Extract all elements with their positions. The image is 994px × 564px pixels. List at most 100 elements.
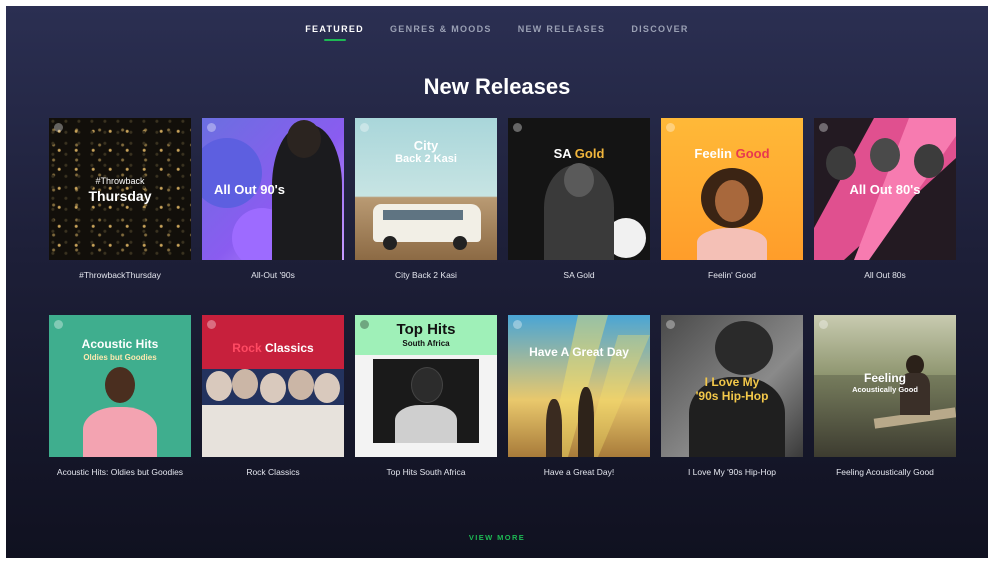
van-wheel <box>453 236 467 250</box>
cover-text: Acoustically Good <box>852 385 918 394</box>
playlist-cover[interactable]: Feelin Good <box>661 118 803 260</box>
playlist-grid: #Throwback Thursday #ThrowbackThursday A… <box>49 118 958 492</box>
playlist-title[interactable]: Rock Classics <box>202 466 344 492</box>
spotify-logo-icon <box>54 123 63 132</box>
active-tab-indicator <box>323 39 346 41</box>
playlist-cover[interactable]: I Love My '90s Hip-Hop <box>661 315 803 457</box>
playlist-card-90s-hip-hop[interactable]: I Love My '90s Hip-Hop I Love My '90s Hi… <box>661 315 803 492</box>
playlist-card-city-back-2-kasi[interactable]: City Back 2 Kasi City Back 2 Kasi <box>355 118 497 295</box>
playlist-title[interactable]: City Back 2 Kasi <box>355 269 497 295</box>
cover-text: Have A Great Day <box>529 345 629 359</box>
playlist-title[interactable]: All Out 80s <box>814 269 956 295</box>
cover-text: Top Hits <box>396 321 456 338</box>
cover-text: SA Gold <box>508 146 650 161</box>
playlist-title[interactable]: #ThrowbackThursday <box>49 269 191 295</box>
playlist-card-feeling-acoustically-good[interactable]: Feeling Acoustically Good Feeling Acoust… <box>814 315 956 492</box>
spotify-logo-icon <box>513 123 522 132</box>
spotify-logo-icon <box>819 320 828 329</box>
playlist-card-all-out-90s[interactable]: All Out 90's All-Out '90s <box>202 118 344 295</box>
spotify-logo-icon <box>666 123 675 132</box>
person-silhouette <box>546 399 562 457</box>
playlist-card-sa-gold[interactable]: SA Gold SA Gold <box>508 118 650 295</box>
playlist-title[interactable]: Acoustic Hits: Oldies but Goodies <box>49 466 191 492</box>
artist-head <box>715 180 749 222</box>
playlist-title[interactable]: Feeling Acoustically Good <box>814 466 956 492</box>
playlist-cover[interactable]: City Back 2 Kasi <box>355 118 497 260</box>
artist-head <box>206 371 232 401</box>
cover-text: Oldies but Goodies <box>83 353 157 362</box>
playlist-card-rock-classics[interactable]: Rock Classics Rock Classics <box>202 315 344 492</box>
spotify-logo-icon <box>207 123 216 132</box>
playlist-cover[interactable]: Feeling Acoustically Good <box>814 315 956 457</box>
person-silhouette <box>578 387 594 457</box>
view-more-link[interactable]: VIEW MORE <box>6 533 988 542</box>
spotify-logo-icon <box>207 320 216 329</box>
page-title: New Releases <box>423 74 571 99</box>
tab-featured-label: FEATURED <box>305 24 364 34</box>
cover-text-rock: Rock <box>232 341 262 355</box>
playlist-cover[interactable]: Acoustic Hits Oldies but Goodies <box>49 315 191 457</box>
playlist-cover[interactable]: Top Hits South Africa <box>355 315 497 457</box>
cover-text: '90s Hip-Hop <box>695 389 769 403</box>
tab-discover[interactable]: DISCOVER <box>631 24 688 38</box>
playlist-card-acoustic-hits[interactable]: Acoustic Hits Oldies but Goodies Acousti… <box>49 315 191 492</box>
artist-head <box>314 373 340 403</box>
tab-featured[interactable]: FEATURED <box>305 24 364 41</box>
artist-head <box>411 367 443 403</box>
playlist-cover[interactable]: All Out 90's <box>202 118 344 260</box>
cover-text: Rock Classics <box>202 341 344 355</box>
cover-text: All Out 90's <box>214 182 285 197</box>
playlist-card-all-out-80s[interactable]: All Out 80's All Out 80s <box>814 118 956 295</box>
artist-head <box>870 138 900 172</box>
decorative-shape <box>202 138 262 208</box>
playlist-cover[interactable]: Have A Great Day <box>508 315 650 457</box>
playlist-card-top-hits-south-africa[interactable]: Top Hits South Africa Top Hits South Afr… <box>355 315 497 492</box>
artist-head <box>232 369 258 399</box>
playlist-cover[interactable]: Rock Classics <box>202 315 344 457</box>
cover-text: Acoustic Hits <box>81 337 159 351</box>
tab-genres-moods[interactable]: GENRES & MOODS <box>390 24 492 38</box>
cover-text: Back 2 Kasi <box>395 153 457 165</box>
artist-head <box>288 370 314 400</box>
artist-head <box>260 373 286 403</box>
tab-new-releases-label: NEW RELEASES <box>517 24 606 34</box>
cover-text-feelin: Feelin <box>694 146 732 161</box>
van-wheel <box>383 236 397 250</box>
playlist-title[interactable]: I Love My '90s Hip-Hop <box>661 466 803 492</box>
artist-head <box>105 367 135 403</box>
tab-genres-moods-label: GENRES & MOODS <box>389 24 492 34</box>
spotify-logo-icon <box>54 320 63 329</box>
spotify-logo-icon <box>666 320 675 329</box>
spotify-logo-icon <box>360 320 369 329</box>
playlist-cover[interactable]: #Throwback Thursday <box>49 118 191 260</box>
cover-text: Feeling <box>863 371 906 385</box>
cover-text: City <box>413 138 439 153</box>
tab-new-releases[interactable]: NEW RELEASES <box>518 24 606 38</box>
playlist-title[interactable]: Top Hits South Africa <box>355 466 497 492</box>
band-clothing <box>202 405 344 457</box>
app-window: FEATURED GENRES & MOODS NEW RELEASES DIS… <box>6 6 988 558</box>
playlist-title[interactable]: All-Out '90s <box>202 269 344 295</box>
playlist-cover[interactable]: All Out 80's <box>814 118 956 260</box>
playlist-title[interactable]: Feelin' Good <box>661 269 803 295</box>
playlist-title[interactable]: SA Gold <box>508 269 650 295</box>
sky-background <box>814 315 956 375</box>
cover-text: All Out 80's <box>849 182 921 197</box>
cover-text-good: Good <box>735 146 770 161</box>
playlist-card-have-a-great-day[interactable]: Have A Great Day Have a Great Day! <box>508 315 650 492</box>
top-nav: FEATURED GENRES & MOODS NEW RELEASES DIS… <box>6 24 988 41</box>
playlist-title[interactable]: Have a Great Day! <box>508 466 650 492</box>
artist-head <box>564 163 594 197</box>
artist-silhouette <box>83 407 157 457</box>
artist-head <box>914 144 944 178</box>
cover-text: Feelin Good <box>661 146 803 161</box>
playlist-card-feelin-good[interactable]: Feelin Good Feelin' Good <box>661 118 803 295</box>
artist-silhouette <box>395 405 457 443</box>
playlist-card-throwback-thursday[interactable]: #Throwback Thursday #ThrowbackThursday <box>49 118 191 295</box>
tab-discover-label: DISCOVER <box>631 24 689 34</box>
cover-text: South Africa <box>402 339 450 348</box>
spotify-logo-icon <box>819 123 828 132</box>
playlist-cover[interactable]: SA Gold <box>508 118 650 260</box>
artist-head <box>287 120 321 158</box>
cover-text-sa: SA <box>553 146 572 161</box>
